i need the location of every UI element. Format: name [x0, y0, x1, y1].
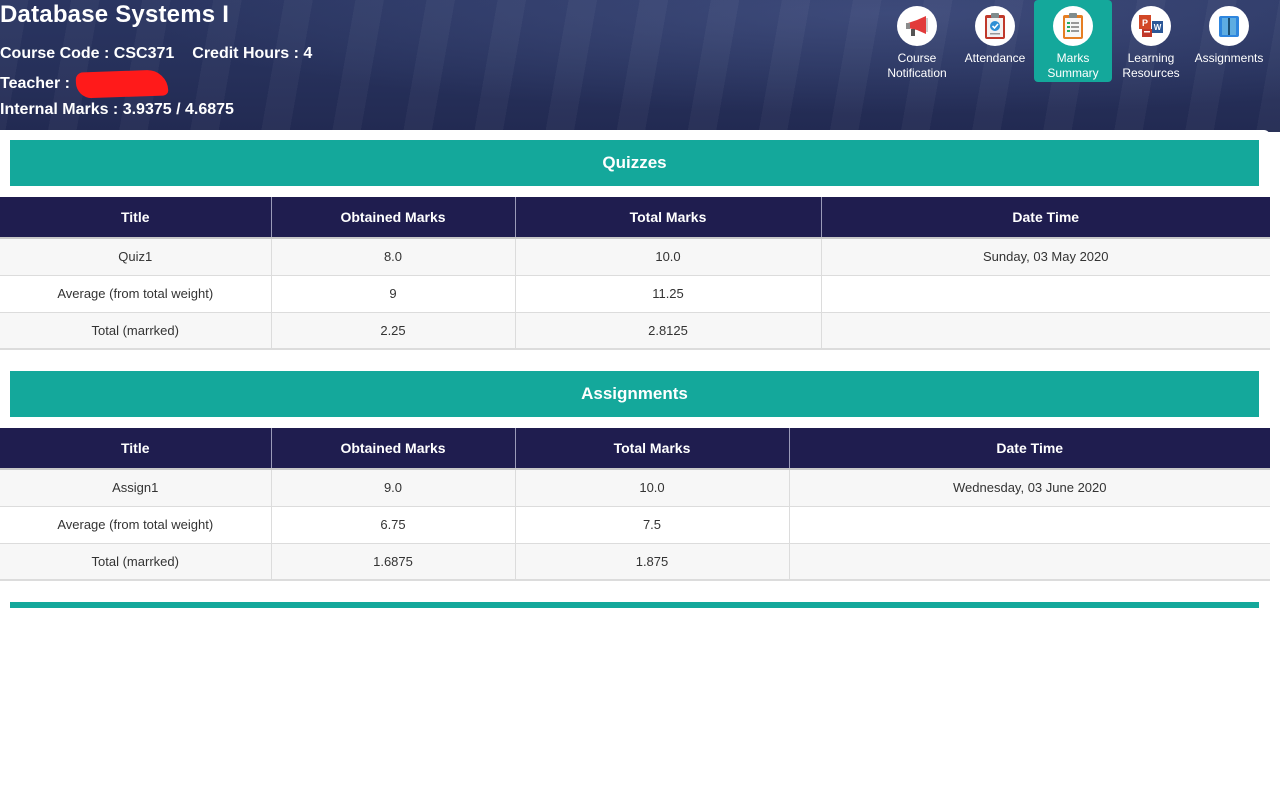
redacted-teacher-name — [75, 69, 169, 99]
marks-panel: Quizzes Title Obtained Marks Total Marks… — [0, 130, 1270, 608]
cell-title: Assign1 — [0, 469, 272, 507]
nav-learning-resources[interactable]: P W Learning Resources — [1112, 0, 1190, 82]
table-row: Assign1 9.0 10.0 Wednesday, 03 June 2020 — [0, 469, 1270, 507]
table-row: Average (from total weight) 9 11.25 — [0, 275, 1270, 313]
table-row: Total (marrked) 2.25 2.8125 — [0, 312, 1270, 350]
credit-hours: Credit Hours : 4 — [192, 45, 313, 62]
cell-total: 7.5 — [515, 506, 790, 544]
cell-obtained: 6.75 — [271, 506, 516, 544]
table-row: Quiz1 8.0 10.0 Sunday, 03 May 2020 — [0, 238, 1270, 276]
column-header-datetime: Date Time — [821, 197, 1270, 239]
clipboard-check-icon — [975, 6, 1015, 46]
assignments-table: Title Obtained Marks Total Marks Date Ti… — [0, 428, 1270, 581]
nav-attendance[interactable]: Attendance — [956, 0, 1034, 82]
nav-label: Learning Resources — [1122, 51, 1180, 80]
nav-assignments[interactable]: Assignments — [1190, 0, 1268, 82]
svg-text:W: W — [1154, 23, 1162, 32]
nav-label: Marks Summary — [1047, 51, 1099, 80]
cell-total: 10.0 — [515, 469, 790, 507]
column-header-title: Title — [0, 197, 272, 239]
cell-obtained: 9 — [271, 275, 516, 313]
quizzes-heading: Quizzes — [10, 140, 1259, 186]
nav-label: Assignments — [1194, 51, 1264, 65]
cell-datetime — [821, 312, 1270, 350]
nav-marks-summary[interactable]: Marks Summary — [1034, 0, 1112, 82]
column-header-total: Total Marks — [515, 428, 790, 470]
cell-datetime — [789, 543, 1270, 581]
next-section-bar — [10, 602, 1259, 608]
quizzes-table: Title Obtained Marks Total Marks Date Ti… — [0, 197, 1270, 350]
cell-total: 1.875 — [515, 543, 790, 581]
course-info-line: Course Code : CSC371 Credit Hours : 4 — [0, 44, 312, 64]
table-row: Average (from total weight) 6.75 7.5 — [0, 506, 1270, 544]
cell-obtained: 1.6875 — [271, 543, 516, 581]
cell-datetime: Sunday, 03 May 2020 — [821, 238, 1270, 276]
column-header-obtained: Obtained Marks — [271, 197, 516, 239]
clipboard-list-icon — [1053, 6, 1093, 46]
megaphone-icon — [897, 6, 937, 46]
nav-label: Attendance — [964, 51, 1026, 65]
column-header-total: Total Marks — [515, 197, 822, 239]
nav-label: Course Notification — [887, 51, 947, 80]
teacher-label: Teacher : — [0, 75, 70, 93]
cell-title: Quiz1 — [0, 238, 272, 276]
table-header-row: Title Obtained Marks Total Marks Date Ti… — [0, 428, 1270, 470]
assignments-heading: Assignments — [10, 371, 1259, 417]
cell-datetime: Wednesday, 03 June 2020 — [789, 469, 1270, 507]
course-header: Database Systems I Course Code : CSC371 C… — [0, 0, 1280, 132]
column-header-obtained: Obtained Marks — [271, 428, 516, 470]
course-title: Database Systems I — [0, 1, 230, 28]
cell-obtained: 2.25 — [271, 312, 516, 350]
cell-title: Average (from total weight) — [0, 275, 272, 313]
column-header-title: Title — [0, 428, 272, 470]
column-header-datetime: Date Time — [789, 428, 1270, 470]
course-nav: Course Notification Attendance Marks Sum… — [878, 0, 1268, 82]
nav-course-notification[interactable]: Course Notification — [878, 0, 956, 82]
cell-total: 2.8125 — [515, 312, 822, 350]
cell-title: Average (from total weight) — [0, 506, 272, 544]
office-docs-icon: P W — [1131, 6, 1171, 46]
cell-title: Total (marrked) — [0, 312, 272, 350]
internal-marks: Internal Marks : 3.9375 / 4.6875 — [0, 101, 234, 118]
teacher-line: Teacher : — [0, 69, 169, 99]
cell-total: 11.25 — [515, 275, 822, 313]
cell-datetime — [821, 275, 1270, 313]
cell-obtained: 9.0 — [271, 469, 516, 507]
table-header-row: Title Obtained Marks Total Marks Date Ti… — [0, 197, 1270, 239]
cell-datetime — [789, 506, 1270, 544]
course-code: Course Code : CSC371 — [0, 45, 175, 62]
cell-total: 10.0 — [515, 238, 822, 276]
book-icon — [1209, 6, 1249, 46]
cell-obtained: 8.0 — [271, 238, 516, 276]
cell-title: Total (marrked) — [0, 543, 272, 581]
svg-text:P: P — [1142, 18, 1148, 28]
table-row: Total (marrked) 1.6875 1.875 — [0, 543, 1270, 581]
